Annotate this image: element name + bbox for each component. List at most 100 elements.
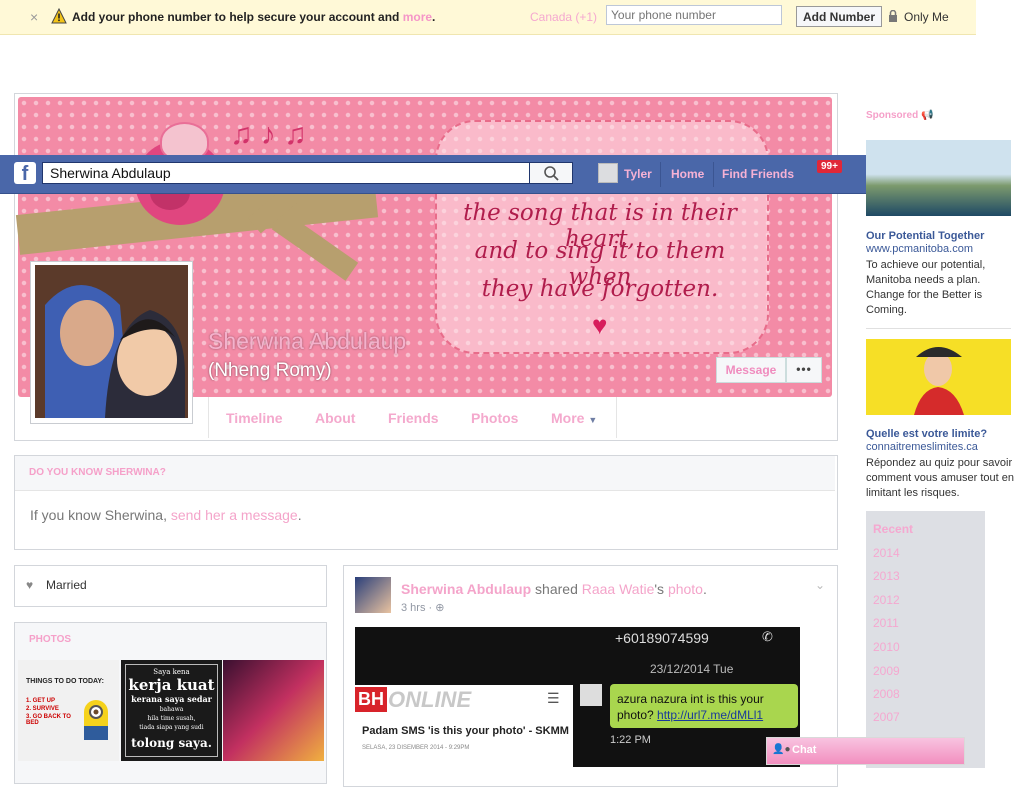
thumbnail-text: 2. SURVIVE	[26, 706, 59, 712]
thumbnail-text: kerja kuat	[128, 676, 215, 694]
year-link[interactable]: 2013	[873, 569, 900, 583]
post-header: Sherwina Abdulaup shared Raaa Watie's ph…	[401, 581, 707, 597]
tab-friends[interactable]: Friends	[388, 410, 439, 426]
news-logo: BH	[355, 687, 387, 712]
sms-sender-number: +60189074599	[615, 630, 709, 646]
photo-thumbnail[interactable]	[223, 660, 324, 761]
chat-label[interactable]: Chat	[792, 744, 816, 756]
search-button[interactable]	[529, 162, 573, 184]
sponsored-heading[interactable]: Sponsored 📢	[866, 110, 933, 121]
thumbnail-text: 1. GET UP	[26, 698, 56, 704]
tab-more[interactable]: More ▼	[551, 410, 597, 426]
ad-image[interactable]	[866, 140, 1011, 216]
chevron-down-icon[interactable]: ⌄	[815, 578, 825, 592]
friend-requests-badge[interactable]: 99+	[817, 160, 842, 173]
avatar[interactable]	[598, 163, 618, 183]
chat-people-icon: 👤●	[772, 744, 791, 755]
heart-icon: ♥	[26, 578, 34, 592]
ad-url[interactable]: www.pcmanitoba.com	[866, 243, 973, 255]
ad-person-illustration	[914, 347, 964, 415]
search-input[interactable]	[42, 162, 529, 184]
year-link-recent[interactable]: Recent	[873, 522, 913, 536]
divider	[866, 328, 1011, 329]
ad-title[interactable]: Our Potential Together	[866, 230, 984, 242]
cover-quote-line: they have forgotten.	[481, 276, 719, 302]
sms-text: photo? http://url7.me/dMLl1	[617, 708, 764, 722]
thumbnail-text: 3. GO BACK TO BED	[26, 714, 71, 726]
nav-divider	[660, 162, 661, 187]
minion-illustration	[84, 700, 108, 740]
heart-icon: ♥	[592, 310, 608, 340]
profile-picture[interactable]	[35, 265, 188, 418]
thumbnail-text: bahawa	[159, 706, 184, 713]
year-link[interactable]: 2009	[873, 664, 900, 678]
ad-url[interactable]: connaitremeslimites.ca	[866, 441, 978, 453]
post-timestamp[interactable]: 3 hrs · ⊕	[401, 601, 444, 614]
more-link[interactable]: more	[403, 10, 432, 24]
post-source-link[interactable]: Raaa Watie	[582, 581, 655, 597]
globe-icon: ⊕	[435, 602, 445, 614]
avatar[interactable]	[355, 577, 391, 613]
thumbnail-text: THINGS TO DO TODAY:	[26, 678, 104, 685]
home-link[interactable]: Home	[671, 167, 704, 181]
photo-thumbnail[interactable]: THINGS TO DO TODAY: 1. GET UP 2. SURVIVE…	[18, 660, 119, 761]
card-title: DO YOU KNOW SHERWINA?	[29, 467, 166, 478]
phone-number-banner: × Add your phone number to help secure y…	[0, 0, 976, 35]
tab-divider	[616, 397, 617, 438]
lock-icon	[889, 10, 897, 22]
profile-name[interactable]: Sherwina Abdulaup	[208, 328, 406, 355]
relationship-status: Married	[46, 578, 87, 592]
close-icon[interactable]: ×	[30, 9, 38, 25]
tab-photos[interactable]: Photos	[471, 410, 518, 426]
send-message-link[interactable]: send her a message	[171, 507, 298, 523]
thumbnail-text: hila time susah,	[147, 715, 196, 722]
tab-timeline[interactable]: Timeline	[226, 410, 283, 426]
sms-link: http://url7.me/dMLl1	[657, 708, 764, 722]
year-link[interactable]: 2011	[873, 616, 899, 630]
tab-about[interactable]: About	[315, 410, 355, 426]
megaphone-icon: 📢	[921, 110, 934, 121]
warning-icon	[51, 8, 67, 24]
post-author-link[interactable]: Sherwina Abdulaup	[401, 581, 531, 597]
nav-divider	[713, 162, 714, 187]
thumbnail-text: tiada siapa yang sudi	[139, 724, 204, 731]
photos-title[interactable]: PHOTOS	[29, 634, 71, 645]
year-link[interactable]: 2012	[873, 593, 900, 607]
chevron-down-icon: ▼	[588, 415, 598, 425]
add-number-button[interactable]: Add Number	[796, 6, 882, 27]
menu-icon: ☰	[547, 690, 560, 706]
thumbnail-text: tolong saya.	[131, 736, 212, 750]
thumbnail-text: Saya kena	[153, 668, 190, 676]
news-logo-text: ONLINE	[388, 687, 472, 712]
message-button[interactable]: Message	[716, 357, 786, 383]
news-date: SELASA, 23 DISEMBER 2014 - 9:29PM	[362, 745, 470, 751]
more-options-button[interactable]: •••	[786, 357, 822, 383]
sms-text: azura nazura int is this your	[617, 692, 764, 706]
ad-body: Répondez au quiz pour savoir comment vou…	[866, 457, 1014, 499]
year-link[interactable]: 2008	[873, 687, 900, 701]
avatar	[580, 684, 602, 706]
privacy-selector[interactable]: Only Me	[904, 10, 949, 24]
facebook-logo[interactable]: f	[14, 162, 36, 185]
year-link[interactable]: 2007	[873, 710, 900, 724]
ad-image[interactable]	[866, 339, 1011, 415]
phone-number-input[interactable]	[606, 5, 782, 25]
photo-thumbnail[interactable]: Saya kena kerja kuat kerana saya sedar b…	[121, 660, 222, 761]
do-you-know-text: If you know Sherwina, send her a message…	[30, 507, 302, 523]
music-notes-icon: ♫ ♪ ♫	[230, 118, 307, 151]
search-icon	[544, 166, 559, 181]
thumbnail-text: kerana saya sedar	[131, 694, 212, 704]
ad-title[interactable]: Quelle est votre limite?	[866, 428, 987, 440]
news-headline: Padam SMS 'is this your photo' - SKMM	[362, 725, 569, 737]
find-friends-link[interactable]: Find Friends	[722, 167, 794, 181]
sms-time: 1:22 PM	[610, 734, 651, 746]
banner-message: Add your phone number to help secure you…	[72, 10, 436, 24]
profile-photo-illustration	[35, 265, 188, 418]
country-selector[interactable]: Canada (+1)	[530, 10, 597, 24]
year-link[interactable]: 2010	[873, 640, 900, 654]
year-link[interactable]: 2014	[873, 546, 900, 560]
profile-link[interactable]: Tyler	[624, 167, 652, 181]
tab-divider	[208, 397, 209, 438]
ad-body: To achieve our potential, Manitoba needs…	[866, 259, 986, 316]
post-photo-link[interactable]: photo	[668, 581, 703, 597]
